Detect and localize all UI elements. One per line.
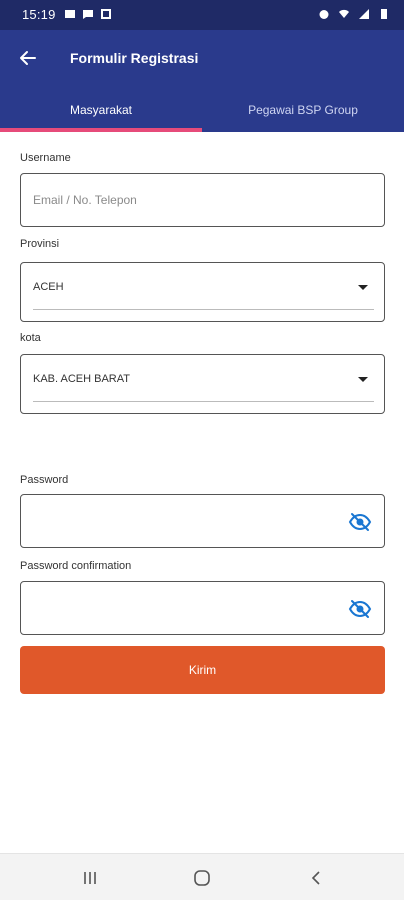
password-field[interactable] xyxy=(20,494,385,548)
app-bar: Formulir Registrasi xyxy=(0,30,404,86)
chevron-down-icon xyxy=(358,285,368,290)
system-nav-bar xyxy=(0,853,404,900)
city-value: KAB. ACEH BARAT xyxy=(33,373,130,385)
back-button[interactable] xyxy=(12,42,44,74)
province-value: ACEH xyxy=(33,281,64,293)
eye-off-icon[interactable] xyxy=(348,597,372,621)
status-bar: 15:19 xyxy=(0,0,404,30)
recent-apps-icon xyxy=(84,872,96,884)
password-label: Password xyxy=(20,474,69,486)
signal-icon xyxy=(359,9,369,19)
page-title: Formulir Registrasi xyxy=(70,50,199,66)
arrow-left-icon xyxy=(20,51,36,65)
tab-bar: Masyarakat Pegawai BSP Group xyxy=(0,88,404,132)
password-confirmation-field[interactable] xyxy=(20,581,385,635)
home-button[interactable] xyxy=(182,864,222,892)
province-select[interactable]: ACEH xyxy=(20,262,385,322)
message-icon xyxy=(83,10,93,19)
province-underline xyxy=(33,309,374,310)
username-placeholder: Email / No. Telepon xyxy=(33,193,137,207)
system-back-button[interactable] xyxy=(296,864,336,892)
eye-off-icon[interactable] xyxy=(348,510,372,534)
notification-icon xyxy=(101,9,111,19)
battery-icon xyxy=(381,9,387,19)
password-confirmation-label: Password confirmation xyxy=(20,560,132,572)
tab-masyarakat[interactable]: Masyarakat xyxy=(0,88,202,132)
tab-pegawai-bsp-group[interactable]: Pegawai BSP Group xyxy=(202,88,404,132)
wifi-icon xyxy=(339,9,349,18)
recent-apps-button[interactable] xyxy=(70,864,110,892)
city-underline xyxy=(33,401,374,402)
username-field[interactable]: Email / No. Telepon xyxy=(20,173,385,227)
chevron-down-icon xyxy=(358,377,368,382)
province-label: Provinsi xyxy=(20,238,60,250)
home-icon xyxy=(194,870,210,886)
submit-button[interactable]: Kirim xyxy=(20,646,385,694)
gallery-icon xyxy=(65,10,75,18)
status-time: 15:19 xyxy=(22,7,56,22)
city-label: kota xyxy=(20,332,41,344)
back-icon xyxy=(311,871,320,885)
alarm-icon xyxy=(319,10,329,19)
city-select[interactable]: KAB. ACEH BARAT xyxy=(20,354,385,414)
active-tab-indicator xyxy=(0,128,202,132)
username-label: Username xyxy=(20,152,71,164)
